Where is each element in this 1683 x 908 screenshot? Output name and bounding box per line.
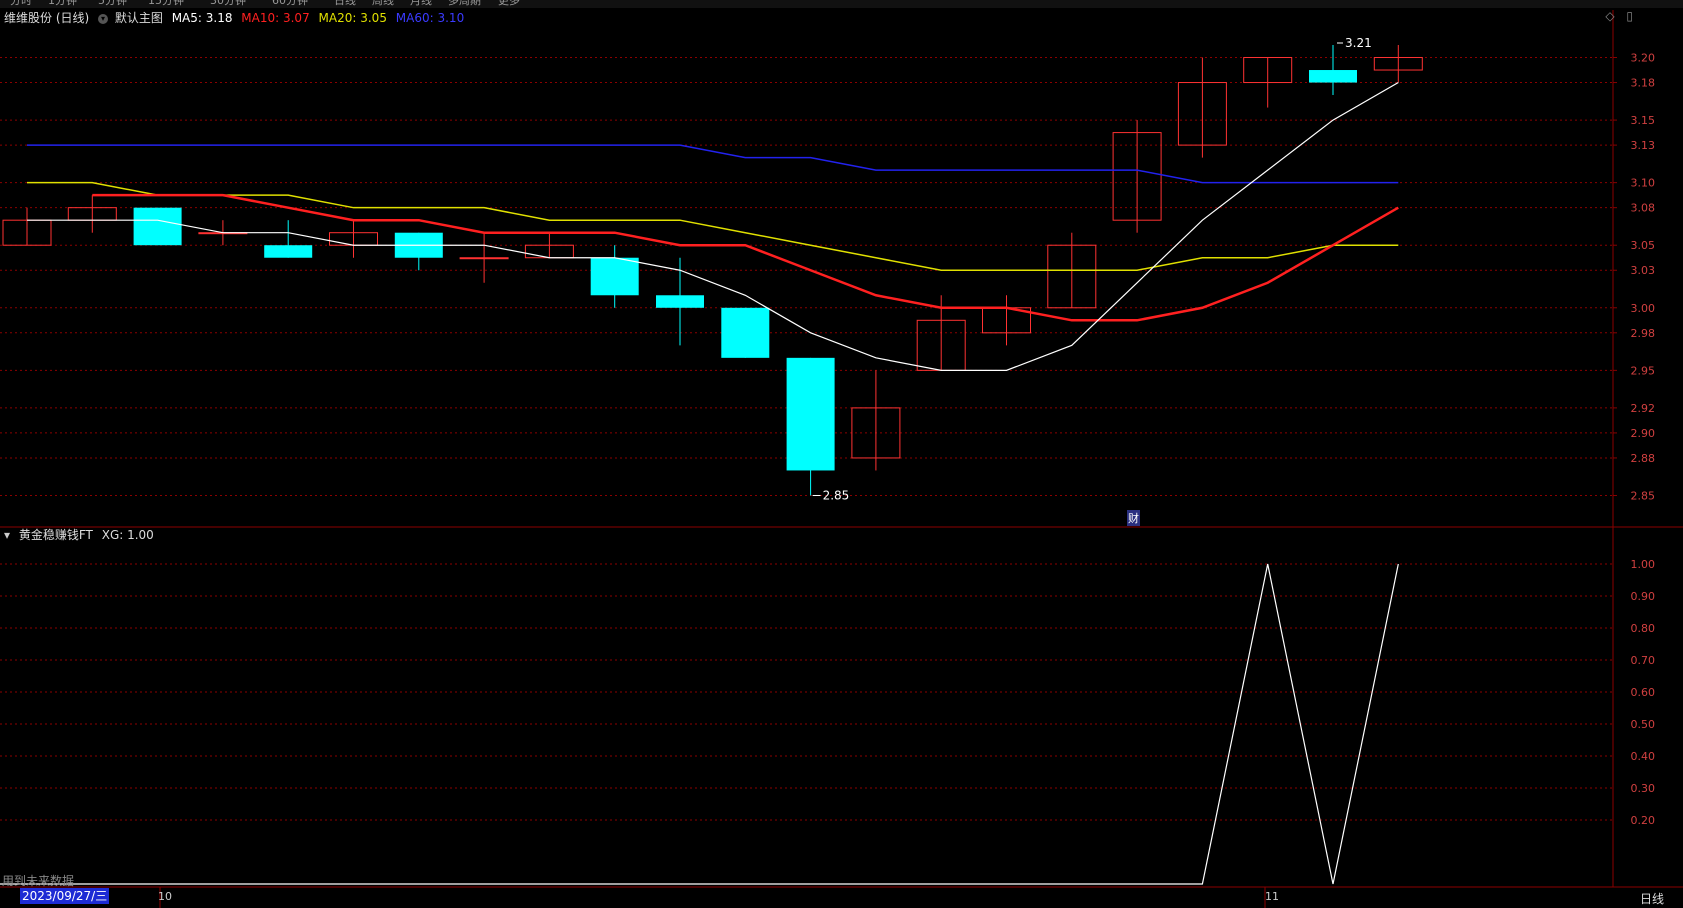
ma10-label: MA10: 3.07 bbox=[241, 11, 310, 25]
y-tick-label: 3.10 bbox=[1631, 177, 1656, 190]
y-tick-label: 3.18 bbox=[1631, 77, 1656, 90]
y-tick-label: 3.20 bbox=[1631, 52, 1656, 65]
y-tick-label: 0.40 bbox=[1631, 750, 1656, 763]
finance-marker[interactable]: 财 bbox=[1127, 510, 1140, 526]
y-tick-label: 0.70 bbox=[1631, 654, 1656, 667]
future-data-note: 用到未来数据 bbox=[2, 874, 75, 888]
y-tick-label: 1.00 bbox=[1631, 558, 1656, 571]
ma20-label: MA20: 3.05 bbox=[318, 11, 387, 25]
y-tick-label: 3.03 bbox=[1631, 264, 1656, 277]
chevron-down-icon[interactable]: ▾ bbox=[4, 528, 10, 542]
x-tick-october: 10 bbox=[158, 890, 172, 903]
stock-chart: 3.20 3.18 3.15 3.13 3.10 3.08 3.05 3.03 3.00 2.98… bbox=[0, 10, 1683, 908]
ma60-label: MA60: 3.10 bbox=[395, 11, 465, 25]
candle-body bbox=[656, 295, 704, 308]
candle-body bbox=[721, 307, 770, 358]
y-tick-label: 0.60 bbox=[1631, 686, 1656, 699]
x-tick-november: 11 bbox=[1265, 890, 1279, 903]
y-tick-label: 0.80 bbox=[1631, 622, 1656, 635]
low-label: 2.85 bbox=[823, 488, 850, 502]
y-tick-label: 3.13 bbox=[1631, 139, 1656, 152]
ma60-line bbox=[27, 144, 1399, 184]
diamond-icon[interactable]: ◇ bbox=[1605, 9, 1614, 23]
stock-title[interactable]: 维维股份 (日线) bbox=[4, 11, 89, 25]
period-button[interactable]: 日线 bbox=[1640, 890, 1664, 907]
indicator-value: XG: 1.00 bbox=[101, 528, 154, 542]
y-tick-label: 0.20 bbox=[1631, 814, 1656, 827]
y-tick-label: 3.15 bbox=[1631, 114, 1656, 127]
xg-line bbox=[0, 563, 1399, 885]
panel-icon[interactable]: ▯ bbox=[1626, 9, 1633, 23]
candle-body bbox=[264, 245, 313, 258]
main-chart-header: 维维股份 (日线) ▾ 默认主图 MA5: 3.18 MA10: 3.07 MA… bbox=[4, 9, 469, 25]
y-tick-label: 0.50 bbox=[1631, 718, 1656, 731]
candle-body bbox=[1309, 70, 1357, 83]
ma5-label: MA5: 3.18 bbox=[171, 11, 233, 25]
y-tick-label: 2.95 bbox=[1631, 364, 1656, 377]
chart-template-name[interactable]: 默认主图 bbox=[115, 11, 163, 25]
y-tick-label: 3.08 bbox=[1631, 202, 1656, 215]
y-tick-label: 0.90 bbox=[1631, 590, 1656, 603]
y-tick-label: 0.30 bbox=[1631, 782, 1656, 795]
y-tick-label: 3.05 bbox=[1631, 239, 1656, 252]
indicator-header: ▾ 黄金稳赚钱FT XG: 1.00 bbox=[4, 526, 159, 543]
indicator-name[interactable]: 黄金稳赚钱FT bbox=[19, 528, 93, 542]
y-tick-label: 2.90 bbox=[1631, 427, 1656, 440]
candle-body bbox=[590, 257, 639, 296]
candle-body bbox=[459, 257, 509, 260]
y-tick-label: 3.00 bbox=[1631, 302, 1656, 315]
selected-date: 2023/09/27/三 bbox=[20, 888, 110, 904]
chart-tools: ◇ ▯ bbox=[1597, 9, 1633, 23]
y-tick-label: 2.92 bbox=[1631, 402, 1656, 415]
y-tick-label: 2.85 bbox=[1631, 489, 1656, 502]
candle-body bbox=[133, 207, 182, 246]
chevron-down-icon[interactable]: ▾ bbox=[98, 13, 109, 24]
y-tick-label: 2.88 bbox=[1631, 452, 1656, 465]
candle-body bbox=[786, 357, 835, 471]
y-tick-label: 2.98 bbox=[1631, 327, 1656, 340]
high-label: 3.21 bbox=[1345, 36, 1372, 50]
